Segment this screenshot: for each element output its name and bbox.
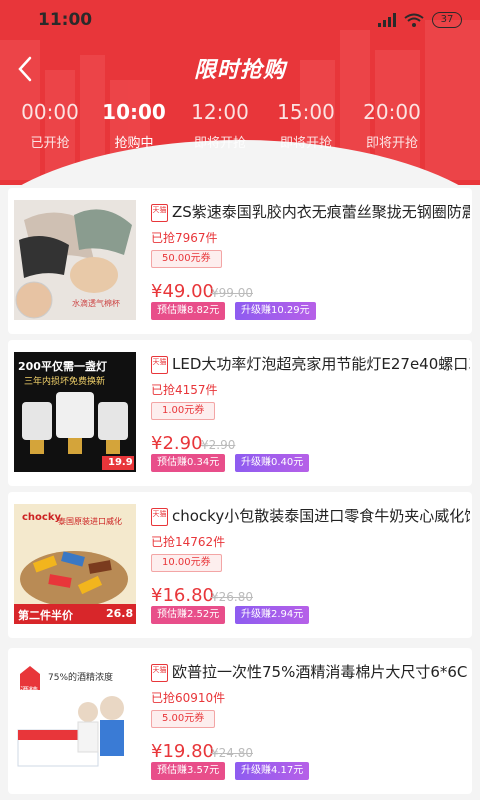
- image-brand: 酒精: [20, 687, 39, 697]
- page-title: 限时抢购: [193, 58, 286, 83]
- tab-time: 20:00: [363, 100, 421, 124]
- tab-time: 10:00: [102, 100, 166, 124]
- upgrade-badge[interactable]: 升级赚10.29元: [235, 302, 316, 320]
- upgrade-badge[interactable]: 升级赚0.40元: [235, 454, 310, 472]
- product-card[interactable]: 酒精 75%的酒精浓度 天猫 欧普拉一次性75%酒精消毒棉片大尺寸6*6C 已抢…: [8, 648, 472, 794]
- status-icons: 37: [378, 11, 462, 29]
- image-top-text: 泰国原装进口威化: [58, 517, 122, 526]
- tab-time: 00:00: [21, 100, 79, 124]
- time-tabs: 00:00 已开抢 10:00 抢购中 12:00 即将开抢 15:00 即将开…: [0, 100, 480, 160]
- status-time: 11:00: [38, 10, 93, 30]
- signal-icon: [378, 13, 396, 27]
- tab-status: 抢购中: [114, 136, 154, 151]
- upgrade-badge[interactable]: 升级赚2.94元: [235, 606, 310, 624]
- image-brand: chocky: [22, 512, 62, 523]
- coupon-tag[interactable]: 50.00元券: [151, 250, 222, 268]
- product-title[interactable]: 欧普拉一次性75%酒精消毒棉片大尺寸6*6C: [172, 661, 470, 682]
- original-price: ¥26.80: [211, 590, 253, 604]
- image-heading: 200平仅需一盏灯: [18, 360, 107, 373]
- tab-status: 已开抢: [30, 136, 70, 151]
- battery-icon: 37: [432, 12, 462, 28]
- tmall-badge: 天猫: [151, 664, 168, 682]
- coupon-tag[interactable]: 1.00元券: [151, 402, 216, 420]
- product-title[interactable]: LED大功率灯泡超亮家用节能灯E27e40螺口30: [172, 353, 470, 374]
- product-card[interactable]: 200平仅需一盏灯 三年内损坏免费换新 19.9 天猫 LED大功率灯泡超亮家用…: [8, 340, 472, 486]
- price: ¥49.00: [151, 281, 214, 302]
- image-text: 75%的酒精浓度: [48, 673, 114, 683]
- coupon-tag[interactable]: 5.00元券: [151, 710, 216, 728]
- product-title[interactable]: chocky小包散装泰国进口零食牛奶夹心威化饼: [172, 505, 470, 526]
- product-image[interactable]: 酒精 75%的酒精浓度: [14, 660, 136, 780]
- tmall-badge: 天猫: [151, 356, 168, 374]
- tab-status: 即将开抢: [193, 136, 246, 151]
- tab-status: 即将开抢: [365, 136, 418, 151]
- image-price: 19.9: [108, 457, 133, 468]
- product-card[interactable]: chocky 泰国原装进口威化 第二件半价 26.8 天猫 chocky小包散装…: [8, 492, 472, 638]
- image-subheading: 三年内损坏免费换新: [24, 377, 106, 387]
- coupon-tag[interactable]: 10.00元券: [151, 554, 222, 572]
- product-image[interactable]: 200平仅需一盏灯 三年内损坏免费换新 19.9: [14, 352, 136, 472]
- image-bottom-text: 第二件半价: [18, 609, 73, 622]
- tab-time: 12:00: [191, 100, 249, 124]
- wifi-icon: [404, 13, 424, 27]
- back-icon[interactable]: [12, 52, 40, 86]
- tab-status: 即将开抢: [279, 136, 332, 151]
- sold-count: 已抢60910件: [151, 691, 226, 705]
- product-card[interactable]: 水滴透气棉杯 天猫 ZS紫速泰国乳胶内衣无痕蕾丝聚拢无钢圈防震 已抢7967件 …: [8, 188, 472, 334]
- tab-1000[interactable]: 10:00 抢购中: [91, 100, 177, 151]
- price: ¥2.90: [151, 433, 203, 454]
- tmall-badge: 天猫: [151, 508, 168, 526]
- estimate-badge: 预估赚2.52元: [151, 606, 226, 624]
- product-image[interactable]: chocky 泰国原装进口威化 第二件半价 26.8: [14, 504, 136, 624]
- tab-1200[interactable]: 12:00 即将开抢: [177, 100, 263, 151]
- tab-time: 15:00: [277, 100, 335, 124]
- tab-1500[interactable]: 15:00 即将开抢: [263, 100, 349, 151]
- tab-0000[interactable]: 00:00 已开抢: [7, 100, 93, 151]
- estimate-badge: 预估赚0.34元: [151, 454, 226, 472]
- sold-count: 已抢14762件: [151, 535, 226, 549]
- upgrade-badge[interactable]: 升级赚4.17元: [235, 762, 310, 780]
- sold-count: 已抢7967件: [151, 231, 218, 245]
- tab-2000[interactable]: 20:00 即将开抢: [349, 100, 435, 151]
- product-title[interactable]: ZS紫速泰国乳胶内衣无痕蕾丝聚拢无钢圈防震: [172, 201, 470, 222]
- estimate-badge: 预估赚8.82元: [151, 302, 226, 320]
- image-price: 26.8: [106, 607, 134, 620]
- status-bar: 11:00 37: [0, 0, 480, 40]
- original-price: ¥2.90: [201, 438, 236, 452]
- price: ¥16.80: [151, 585, 214, 606]
- tmall-badge: 天猫: [151, 204, 168, 222]
- product-image[interactable]: 水滴透气棉杯: [14, 200, 136, 320]
- original-price: ¥99.00: [211, 286, 253, 300]
- price: ¥19.80: [151, 741, 214, 762]
- estimate-badge: 预估赚3.57元: [151, 762, 226, 780]
- original-price: ¥24.80: [211, 746, 253, 760]
- image-caption: 水滴透气棉杯: [72, 299, 120, 308]
- sold-count: 已抢4157件: [151, 383, 218, 397]
